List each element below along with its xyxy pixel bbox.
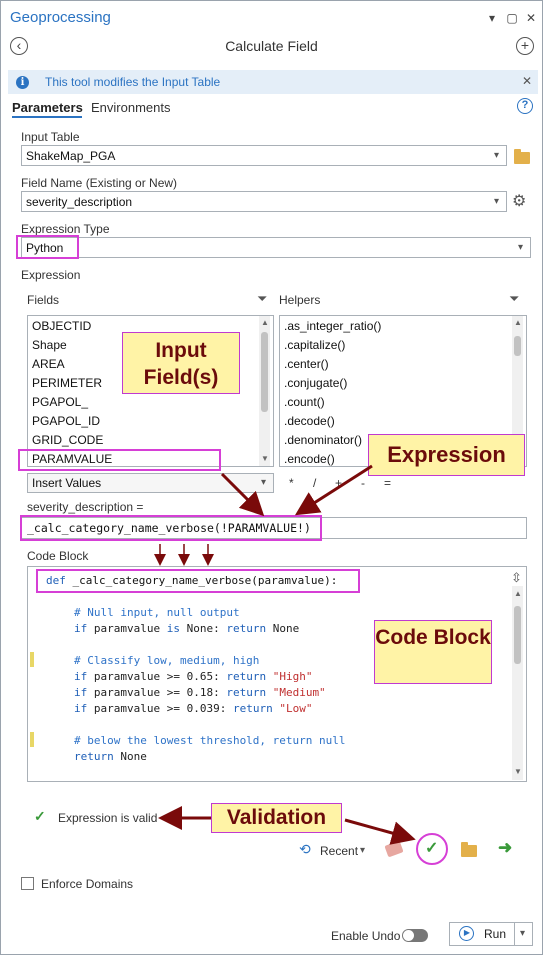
arrow-fields-to-expression: [220, 472, 265, 517]
annotation-arrows: [154, 464, 416, 845]
arrow-callout-to-expression: [294, 464, 373, 516]
arrow-to-verify-button: [344, 818, 416, 845]
